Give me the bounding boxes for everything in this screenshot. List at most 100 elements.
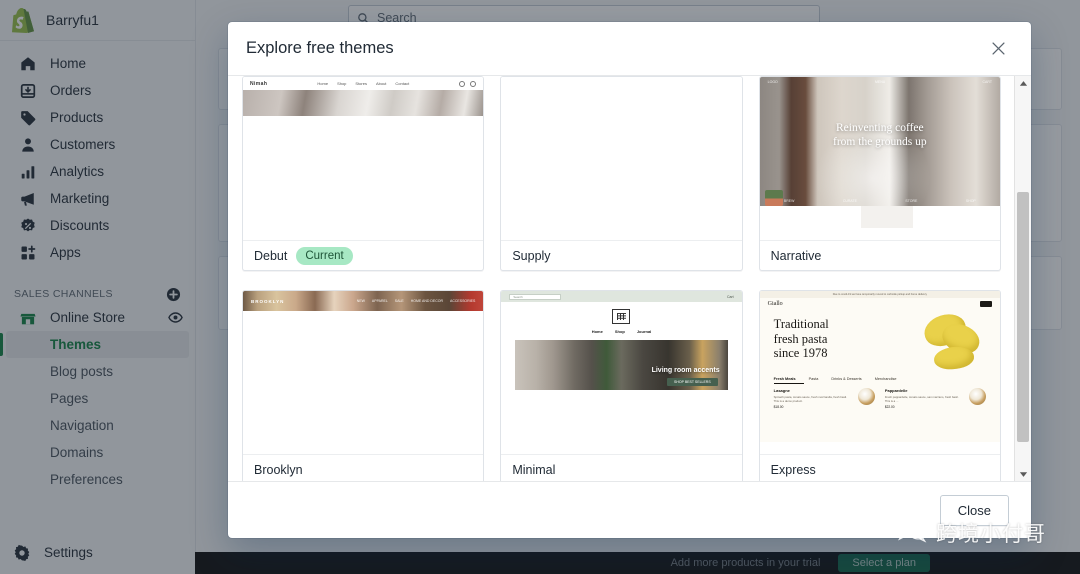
express-tab: Pasta: [808, 377, 819, 381]
express-hero-headline: Traditional fresh pasta since 1978: [774, 317, 829, 361]
theme-name: Minimal: [512, 462, 556, 477]
theme-name: Debut: [254, 248, 288, 263]
theme-card-supply[interactable]: Supply: [500, 76, 743, 271]
brooklyn-nav-link: NEW: [356, 299, 365, 303]
express-product-image: [857, 388, 875, 405]
minimal-preview-cart: Cart: [727, 294, 734, 299]
explore-free-themes-modal: Explore free themes Nimah Home Shop Stor…: [228, 22, 1031, 538]
express-preview-footer: [759, 442, 1000, 454]
minimal-nav-link: Journal: [636, 329, 652, 334]
express-preview-brand: Giallo: [767, 300, 783, 307]
debut-preview-body: [243, 116, 484, 240]
theme-preview-express: Due to covid-19 we have temporarily move…: [759, 291, 1000, 455]
narrative-header-right: CART: [982, 79, 992, 84]
brooklyn-nav-link: SALE: [394, 299, 404, 303]
theme-name: Express: [770, 462, 816, 477]
narrative-preview-footer-links: BREW CURATE STORE SHOP: [760, 197, 1000, 205]
debut-preview-hero-image: [243, 90, 484, 116]
narrative-footer-link: BREW: [783, 199, 795, 203]
brooklyn-nav-link: APPAREL: [371, 299, 388, 303]
brooklyn-preview-hero-image: BROOKLYN NEW APPAREL SALE HOME AND DECOR…: [243, 291, 484, 311]
debut-nav-link: Shop: [337, 81, 347, 86]
express-product-image: [969, 388, 986, 405]
express-product-item: Lasagne Spinach pasta, tomato sauce, fre…: [774, 388, 875, 409]
close-x-icon[interactable]: [985, 36, 1011, 62]
modal-title: Explore free themes: [246, 39, 394, 57]
narrative-footer-link: SHOP: [965, 199, 976, 203]
theme-card-express[interactable]: Due to covid-19 we have temporarily move…: [758, 290, 1001, 481]
express-pasta-shape: [932, 344, 976, 372]
theme-card-minimal[interactable]: Search Cart Home Shop Journal Living roo…: [500, 290, 743, 481]
debut-preview-header-icons: [459, 80, 477, 87]
express-headline-line2: fresh pasta: [773, 331, 828, 346]
brooklyn-nav-link: ACCESSORIES: [450, 299, 476, 303]
modal-header: Explore free themes: [228, 22, 1031, 76]
theme-preview-minimal: Search Cart Home Shop Journal Living roo…: [501, 291, 742, 455]
narrative-header-left: LOGO: [767, 79, 778, 84]
theme-preview-narrative: LOGO MENU CART Reinventing coffee from t…: [759, 77, 1000, 241]
narrative-preview-header: LOGO MENU CART: [760, 77, 1000, 86]
modal-footer: Close: [228, 481, 1031, 538]
minimal-preview-hero-image: Living room accents SHOP BEST SELLERS: [515, 340, 728, 390]
brooklyn-preview-header: BROOKLYN NEW APPAREL SALE HOME AND DECOR…: [243, 291, 483, 311]
express-tab: Fresh Meals: [773, 377, 796, 381]
theme-card-debut[interactable]: Nimah Home Shop Stores About Contact Deb…: [242, 76, 485, 271]
minimal-preview-topbar: Search Cart: [501, 291, 742, 302]
brooklyn-preview-logo: BROOKLYN: [251, 298, 285, 304]
express-product-desc: Fresh pappardelle, tomato sauce, san mar…: [884, 394, 959, 403]
theme-name: Brooklyn: [254, 462, 303, 477]
express-preview-header: Giallo: [760, 298, 1000, 309]
minimal-search-placeholder: Search: [513, 294, 523, 299]
minimal-preview-nav: Home Shop Journal: [501, 329, 741, 334]
brooklyn-nav-link: HOME AND DECOR: [410, 299, 444, 303]
express-preview-announcement: Due to covid-19 we have temporarily move…: [759, 291, 1000, 298]
express-product-name: Pappardelle: [884, 388, 908, 393]
modal-scrollbar[interactable]: [1014, 76, 1031, 481]
debut-preview-nav: Nimah Home Shop Stores About Contact: [243, 77, 484, 90]
express-product-desc: Spinach pasta, tomato sauce, fresh mozza…: [773, 394, 847, 403]
express-product-item: Pappardelle Fresh pappardelle, tomato sa…: [885, 388, 986, 409]
theme-footer-debut: Debut Current: [243, 241, 483, 270]
debut-nav-link: Stores: [355, 81, 367, 86]
express-product-name: Lasagne: [773, 388, 790, 393]
express-preview-tabs: Fresh Meals Pasta Drinks & Desserts Merc…: [760, 377, 1000, 381]
minimal-nav-link: Shop: [614, 329, 625, 334]
minimal-preview-logo-icon: [612, 309, 631, 324]
status-badge: Current: [296, 246, 353, 265]
narrative-headline-line2: from the grounds up: [833, 136, 927, 148]
theme-card-narrative[interactable]: LOGO MENU CART Reinventing coffee from t…: [758, 76, 1001, 271]
minimal-nav-link: Home: [591, 329, 603, 334]
modal-scrollbar-thumb[interactable]: [1017, 192, 1029, 442]
minimal-preview-search: Search: [509, 293, 562, 300]
narrative-footer-link: CURATE: [842, 199, 857, 203]
themes-scroll-area[interactable]: Nimah Home Shop Stores About Contact Deb…: [228, 76, 1015, 481]
express-headline-line3: since 1978: [773, 346, 828, 360]
debut-nav-link: Home: [317, 81, 329, 86]
narrative-header-center: MENU: [874, 79, 886, 84]
close-button[interactable]: Close: [939, 494, 1009, 526]
app-root: Search w report hemes Store: [0, 0, 1080, 574]
themes-grid: Nimah Home Shop Stores About Contact Deb…: [242, 76, 1001, 481]
debut-preview-logo: Nimah: [250, 80, 268, 87]
caret-up-icon[interactable]: [1015, 76, 1031, 90]
debut-nav-link: Contact: [395, 81, 410, 86]
caret-down-icon[interactable]: [1015, 467, 1031, 481]
debut-nav-link: About: [375, 81, 387, 86]
narrative-preview-body: [759, 206, 1000, 240]
express-announcement-text: Due to covid-19 we have temporarily move…: [832, 293, 927, 296]
brooklyn-preview-links: NEW APPAREL SALE HOME AND DECOR ACCESSOR…: [357, 299, 476, 303]
theme-card-brooklyn[interactable]: BROOKLYN NEW APPAREL SALE HOME AND DECOR…: [242, 290, 485, 481]
express-tab: Merchandise: [874, 377, 897, 381]
minimal-hero-title: Living room accents: [651, 367, 720, 374]
theme-footer-supply: Supply: [501, 241, 741, 270]
theme-name: Supply: [512, 248, 551, 263]
express-preview-hero: Traditional fresh pasta since 1978: [760, 309, 1000, 375]
debut-preview-links: Home Shop Stores About Contact: [317, 81, 409, 86]
theme-preview-brooklyn: BROOKLYN NEW APPAREL SALE HOME AND DECOR…: [243, 291, 484, 455]
express-cart-button: [979, 300, 992, 307]
theme-footer-narrative: Narrative: [760, 241, 1000, 270]
express-product-price: $18.00: [773, 404, 784, 409]
theme-footer-minimal: Minimal: [501, 455, 741, 481]
theme-footer-express: Express: [760, 455, 1000, 481]
express-preview-products: Lasagne Spinach pasta, tomato sauce, fre…: [760, 384, 1000, 409]
